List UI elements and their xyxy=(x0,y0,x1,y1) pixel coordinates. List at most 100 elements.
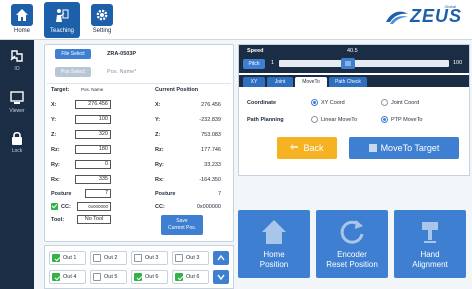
scroll-up-button[interactable] xyxy=(213,251,229,265)
encoder-reset-button[interactable]: Encoder Reset Position xyxy=(316,210,388,278)
target-ry-field[interactable]: 0 xyxy=(75,160,111,169)
pitch-button[interactable]: Pitch xyxy=(243,59,265,69)
speed-bar: Speed 40.5 Pitch 1 100 xyxy=(239,45,469,73)
output-label: Out 6 xyxy=(145,274,159,280)
setting-tab-label: Setting xyxy=(92,28,112,34)
home-position-label: Home Position xyxy=(238,250,310,270)
target-pos-name: Pos. Name xyxy=(81,87,104,92)
linear-moveto-radio[interactable] xyxy=(311,116,318,123)
tab-moveto[interactable]: MoveTo xyxy=(295,77,327,87)
output-checkbox xyxy=(52,254,60,262)
current-x-label: X: xyxy=(155,102,161,108)
divider xyxy=(47,83,231,84)
position-panel: File Select ZRA-0503P Pos Select Pos. Na… xyxy=(44,44,234,242)
encoder-reset-line2: Reset Position xyxy=(326,260,378,269)
tab-joint[interactable]: Joint xyxy=(267,77,293,87)
speed-slider-track[interactable] xyxy=(279,58,449,69)
speed-slider-thumb[interactable] xyxy=(341,58,356,69)
back-button[interactable]: Back xyxy=(277,137,337,159)
save-current-pos-button[interactable]: Save Current Pos. xyxy=(161,215,203,235)
output-toggle[interactable]: Out 1 xyxy=(49,251,86,265)
output-checkbox xyxy=(52,273,60,281)
target-rz-field[interactable]: 180 xyxy=(75,145,111,154)
io-button[interactable]: IO xyxy=(2,44,32,78)
tab-path-check[interactable]: Path Check xyxy=(329,77,367,87)
viewer-button[interactable]: Viewer xyxy=(2,86,32,120)
output-checkbox xyxy=(134,254,142,262)
target-rx-field[interactable]: 335 xyxy=(75,175,111,184)
back-label: Back xyxy=(303,143,324,153)
grip-icon xyxy=(345,61,351,66)
target-x-label: X: xyxy=(51,102,57,108)
output-toggle[interactable]: Out 6 xyxy=(131,270,168,284)
current-y-label: Y: xyxy=(155,117,161,123)
pos-name-input[interactable]: Pos. Name* xyxy=(107,69,136,75)
target-y-field[interactable]: 100 xyxy=(75,115,111,124)
current-z-value: 753.083 xyxy=(201,132,221,138)
encoder-reset-line1: Encoder xyxy=(337,250,367,259)
save-label-line1: Save xyxy=(176,218,188,224)
lock-button[interactable]: Lock xyxy=(2,126,32,160)
joint-coord-radio[interactable] xyxy=(381,99,388,106)
current-ry-value: 33.233 xyxy=(204,162,221,168)
target-ry-label: Ry: xyxy=(51,162,60,168)
home-position-button[interactable]: Home Position xyxy=(238,210,310,278)
scroll-down-button[interactable] xyxy=(213,270,229,284)
output-toggle[interactable]: Out 2 xyxy=(90,251,127,265)
left-rail: IO Viewer Lock xyxy=(0,40,34,289)
current-x-value: 276.456 xyxy=(201,102,221,108)
brand-global: Global xyxy=(444,4,456,9)
output-toggle[interactable]: Out 3 xyxy=(172,251,209,265)
outputs-panel: Out 1 Out 2 Out 3 Out 3 Out 4 Out 5 Out … xyxy=(44,245,234,289)
xy-coord-radio[interactable] xyxy=(311,99,318,106)
target-cc-label: CC: xyxy=(61,204,71,210)
file-select-button[interactable]: File Select xyxy=(55,49,91,59)
current-rx-label: Rx: xyxy=(155,177,164,183)
ptp-moveto-label: PTP MoveTo xyxy=(391,117,423,123)
target-tool-field[interactable]: No Tool xyxy=(77,215,111,224)
target-x-field[interactable]: 276.456 xyxy=(75,100,111,109)
output-toggle[interactable]: Out 6 xyxy=(172,270,209,284)
motion-panel: Speed 40.5 Pitch 1 100 XY Joint MoveTo P… xyxy=(238,44,470,176)
home-tab-label: Home xyxy=(13,28,30,34)
current-rz-value: 177.746 xyxy=(201,147,221,153)
current-posture-label: Posture xyxy=(155,191,176,197)
tab-xy[interactable]: XY xyxy=(243,77,265,87)
target-posture-field[interactable]: 7 xyxy=(85,189,111,198)
target-y-label: Y: xyxy=(51,117,57,123)
moveto-target-button[interactable]: MoveTo Target xyxy=(349,137,459,159)
teaching-tab-button[interactable]: Teaching xyxy=(44,2,80,38)
target-rz-label: Rz: xyxy=(51,147,60,153)
pos-select-button[interactable]: Pos Select xyxy=(55,67,91,77)
output-toggle[interactable]: Out 4 xyxy=(49,270,86,284)
brand-name: ZEUS xyxy=(409,6,462,26)
cc-checkbox[interactable] xyxy=(51,203,58,210)
speed-label: Speed xyxy=(247,48,264,54)
current-z-label: Z: xyxy=(155,132,161,138)
save-label-line2: Current Pos. xyxy=(167,225,197,231)
target-z-field[interactable]: 320 xyxy=(75,130,111,139)
output-label: Out 3 xyxy=(145,255,159,261)
hand-alignment-line1: Hand xyxy=(420,250,440,259)
target-posture-label: Posture xyxy=(51,191,72,197)
output-label: Out 2 xyxy=(104,255,118,261)
output-toggle[interactable]: Out 3 xyxy=(131,251,168,265)
gear-icon xyxy=(91,4,113,26)
target-cc-field[interactable]: 0x000000 xyxy=(77,202,111,211)
target-tool-label: Tool: xyxy=(51,217,65,223)
output-checkbox xyxy=(93,254,101,262)
output-toggle[interactable]: Out 5 xyxy=(90,270,127,284)
setting-tab-button[interactable]: Setting xyxy=(84,2,120,38)
output-label: Out 6 xyxy=(186,274,200,280)
output-checkbox xyxy=(175,254,183,262)
back-arrow-icon xyxy=(290,144,299,150)
hand-alignment-button[interactable]: Hand Alignment xyxy=(394,210,466,278)
current-rx-value: -164.350 xyxy=(199,177,221,183)
output-checkbox xyxy=(93,273,101,281)
ptp-moveto-radio[interactable] xyxy=(381,116,388,123)
current-posture-value: 7 xyxy=(217,191,221,197)
speed-max: 100 xyxy=(453,60,463,66)
home-tab-button[interactable]: Home xyxy=(4,2,40,38)
encoder-reset-label: Encoder Reset Position xyxy=(316,250,388,270)
io-icon xyxy=(10,50,23,62)
